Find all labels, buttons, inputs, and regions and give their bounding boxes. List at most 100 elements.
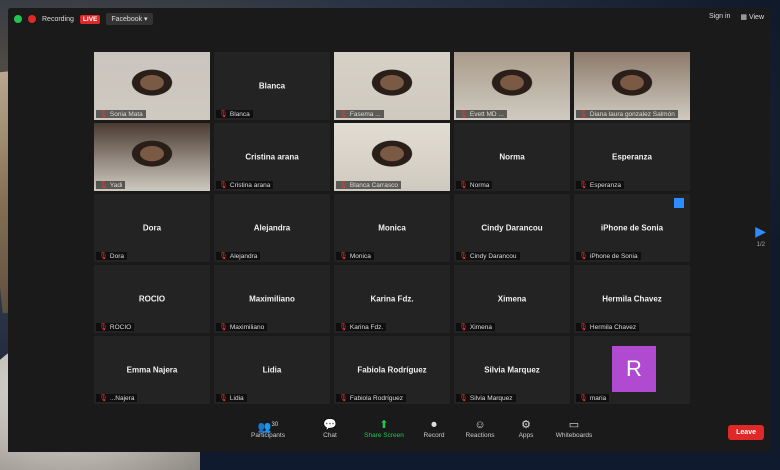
- chat-button[interactable]: 💬 Chat: [310, 418, 350, 439]
- muted-mic-icon: 🎙: [579, 182, 588, 189]
- participant-tile[interactable]: Cindy Darancou 🎙 Cindy Darancou: [454, 194, 570, 262]
- participant-tile[interactable]: Karina Fdz. 🎙 Karina Fdz.: [334, 265, 450, 333]
- participant-tile[interactable]: iPhone de Sonia 🎙 iPhone de Sonia: [574, 194, 690, 262]
- participant-name: Esperanza: [611, 152, 653, 162]
- participant-label-text: Fabiola Rodríguez: [349, 394, 404, 402]
- record-button-icon: ⏺: [431, 419, 437, 431]
- facebook-dropdown[interactable]: Facebook ▾: [106, 13, 153, 25]
- muted-mic-icon: 🎙: [99, 111, 108, 118]
- participant-tile[interactable]: R 🎙 maria: [574, 336, 690, 404]
- participant-label: 🎙 Blanca: [216, 110, 253, 118]
- participant-name: Ximena: [497, 294, 527, 304]
- participant-label-text: Esperanza: [589, 181, 621, 189]
- participant-label-text: Blanca: [229, 110, 250, 118]
- muted-mic-icon: 🎙: [339, 182, 348, 189]
- muted-mic-icon: 🎙: [579, 111, 588, 118]
- muted-mic-icon: 🎙: [219, 182, 228, 189]
- participant-tile[interactable]: Maximiliano 🎙 Maximiliano: [214, 265, 330, 333]
- participant-name: ROCIO: [138, 294, 166, 304]
- participant-tile[interactable]: 🎙 Fasema ...: [334, 52, 450, 120]
- participant-name: Maximiliano: [249, 294, 295, 304]
- participant-label: 🎙 Lidia: [216, 394, 247, 402]
- participant-tile[interactable]: Alejandra 🎙 Alejandra: [214, 194, 330, 262]
- muted-mic-icon: 🎙: [459, 253, 468, 260]
- muted-mic-icon: 🎙: [219, 111, 228, 118]
- participant-label-text: Ximena: [469, 323, 492, 331]
- muted-mic-icon: 🎙: [579, 324, 588, 331]
- participant-tile[interactable]: 🎙 Evett MD ...: [454, 52, 570, 120]
- participant-name: Norma: [499, 152, 525, 162]
- participant-tile[interactable]: 🎙 Diana laura gonzalez Salmón: [574, 52, 690, 120]
- participant-tile[interactable]: Monica 🎙 Monica: [334, 194, 450, 262]
- participant-tile[interactable]: Cristina arana 🎙 Cristina arana: [214, 123, 330, 191]
- participant-tile[interactable]: Hermila Chavez 🎙 Hermila Chavez: [574, 265, 690, 333]
- participant-label: 🎙 Alejandra: [216, 252, 261, 260]
- live-badge[interactable]: LIVE: [79, 14, 101, 24]
- record-button[interactable]: ⏺ Record: [414, 418, 454, 439]
- participant-label: 🎙 Cindy Darancou: [456, 252, 520, 260]
- participant-tile[interactable]: 🎙 Yadi: [94, 123, 210, 191]
- participant-label-text: Cristina arana: [229, 181, 271, 189]
- whiteboards-button[interactable]: ▭ Whiteboards: [554, 418, 594, 439]
- participant-tile[interactable]: 🎙 Sonia Mata: [94, 52, 210, 120]
- muted-mic-icon: 🎙: [459, 324, 468, 331]
- participant-label-text: Karina Fdz.: [349, 323, 384, 331]
- participant-label: 🎙 Dora: [96, 252, 127, 260]
- participant-tile[interactable]: Lidia 🎙 Lidia: [214, 336, 330, 404]
- participant-label-text: Diana laura gonzalez Salmón: [589, 110, 675, 118]
- shield-icon[interactable]: [14, 15, 22, 23]
- muted-mic-icon: 🎙: [579, 395, 588, 402]
- participant-name: iPhone de Sonia: [600, 223, 664, 233]
- recording-label[interactable]: Recording: [42, 16, 74, 23]
- participant-tile[interactable]: Fabiola Rodríguez 🎙 Fabiola Rodríguez: [334, 336, 450, 404]
- participant-tile[interactable]: Norma 🎙 Norma: [454, 123, 570, 191]
- muted-mic-icon: 🎙: [219, 395, 228, 402]
- muted-mic-icon: 🎙: [219, 324, 228, 331]
- participant-tile[interactable]: 🎙 Blanca Carrasco: [334, 123, 450, 191]
- participant-tile[interactable]: Esperanza 🎙 Esperanza: [574, 123, 690, 191]
- participant-label: 🎙 Silvia Marquez: [456, 394, 516, 402]
- muted-mic-icon: 🎙: [339, 253, 348, 260]
- more-options-icon[interactable]: [674, 198, 684, 208]
- participant-label: 🎙 Evett MD ...: [456, 110, 507, 118]
- participant-label: 🎙 Fabiola Rodríguez: [336, 394, 407, 402]
- view-label: View: [748, 14, 764, 21]
- sign-in-link[interactable]: Sign in: [709, 13, 730, 21]
- participant-tile[interactable]: Emma Najera 🎙 ...Najera: [94, 336, 210, 404]
- participant-label-text: Fasema ...: [349, 110, 381, 118]
- participant-tile[interactable]: Blanca 🎙 Blanca: [214, 52, 330, 120]
- apps-icon: ⚙: [521, 419, 531, 431]
- participant-label-text: iPhone de Sonia: [589, 252, 638, 260]
- participant-tile[interactable]: Ximena 🎙 Ximena: [454, 265, 570, 333]
- participant-name: Blanca: [258, 81, 286, 91]
- participant-tile[interactable]: Dora 🎙 Dora: [94, 194, 210, 262]
- zoom-window: Recording LIVE Facebook ▾ Sign in ▦ View…: [8, 8, 770, 452]
- muted-mic-icon: 🎙: [459, 111, 468, 118]
- view-button[interactable]: ▦ View: [740, 13, 764, 21]
- top-right-controls: Sign in ▦ View: [709, 13, 764, 21]
- share-screen-button[interactable]: ⬆ Share Screen: [364, 418, 404, 439]
- participants-button[interactable]: 👥30 Participants: [248, 418, 288, 439]
- participant-label: 🎙 Monica: [336, 252, 374, 260]
- participant-label-text: Monica: [349, 252, 371, 260]
- leave-button[interactable]: Leave: [728, 425, 764, 440]
- muted-mic-icon: 🎙: [459, 182, 468, 189]
- participant-tile[interactable]: Silvia Marquez 🎙 Silvia Marquez: [454, 336, 570, 404]
- muted-mic-icon: 🎙: [99, 395, 108, 402]
- participant-label-text: Lidia: [229, 394, 244, 402]
- participant-tile[interactable]: ROCIO 🎙 ROCIO: [94, 265, 210, 333]
- participant-name: Lidia: [262, 365, 282, 375]
- apps-button[interactable]: ⚙ Apps: [506, 418, 546, 439]
- participant-label: 🎙 Cristina arana: [216, 181, 274, 189]
- participant-name: Alejandra: [253, 223, 291, 233]
- participant-label-text: Dora: [109, 252, 124, 260]
- next-page-icon[interactable]: ▶: [755, 223, 766, 240]
- participant-label: 🎙 Norma: [456, 181, 493, 189]
- participant-name: Fabiola Rodríguez: [357, 365, 427, 375]
- participant-label-text: Yadi: [109, 181, 123, 189]
- chat-icon: 💬: [323, 419, 337, 431]
- page-indicator: 1/2: [756, 242, 765, 248]
- reactions-button[interactable]: ☺ Reactions: [460, 418, 500, 439]
- participant-label-text: Hermila Chavez: [589, 323, 637, 331]
- muted-mic-icon: 🎙: [99, 182, 108, 189]
